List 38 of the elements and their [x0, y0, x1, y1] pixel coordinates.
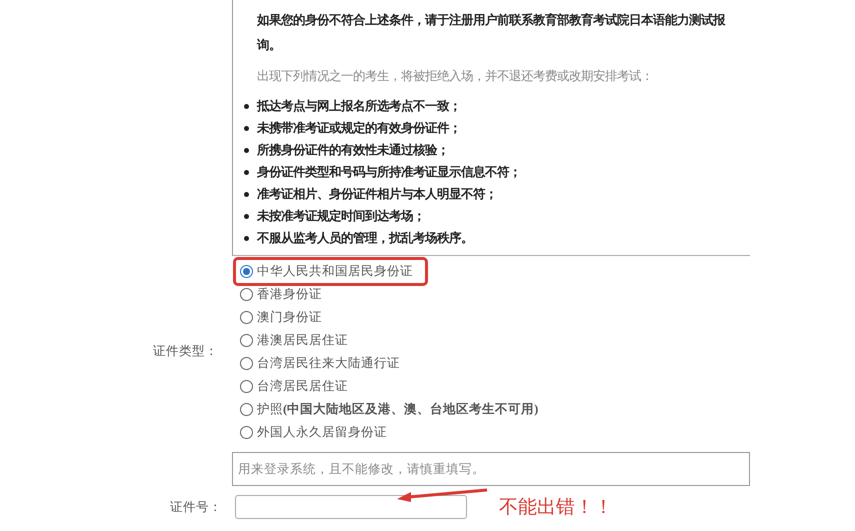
- rule-text: 未按准考证规定时间到达考场；: [257, 208, 425, 225]
- radio-option[interactable]: 台湾居民往来大陆通行证: [236, 352, 404, 375]
- bullet-icon: [244, 170, 249, 174]
- field-label: 证件类型：: [153, 342, 218, 360]
- radio-button[interactable]: [240, 380, 253, 393]
- rule-text: 准考证相片、身份证件相片与本人明显不符；: [257, 186, 497, 203]
- radio-button[interactable]: [240, 265, 253, 278]
- field-label: 证件号：: [170, 498, 222, 516]
- annotation-text: 不能出错！！: [499, 495, 613, 520]
- bullet-icon: [244, 214, 249, 218]
- notice-text: 出现下列情况之一的考生，将被拒绝入场，并不退还考费或改期安排考试：: [257, 68, 654, 85]
- radio-button[interactable]: [240, 288, 253, 301]
- radio-option[interactable]: 护照(中国大陆地区及港、澳、台地区考生不可用): [236, 398, 542, 421]
- radio-option[interactable]: 澳门身份证: [236, 306, 326, 329]
- id-number-field[interactable]: [235, 495, 467, 519]
- rule-text: 不服从监考人员的管理，扰乱考场秩序。: [257, 230, 473, 247]
- bullet-icon: [244, 148, 249, 152]
- radio-button[interactable]: [240, 311, 253, 324]
- radio-option[interactable]: 外国人永久居留身份证: [236, 421, 391, 444]
- rule-text: 未携带准考证或规定的有效身份证件；: [257, 120, 461, 137]
- notice-text: 询。: [257, 37, 282, 54]
- notice-text: 如果您的身份不符合上述条件，请于注册用户前联系教育部教育考试院日本语能力测试报: [257, 12, 726, 29]
- radio-option[interactable]: 台湾居民居住证: [236, 375, 352, 398]
- radio-button[interactable]: [240, 403, 253, 416]
- highlighted-option[interactable]: 中华人民共和国居民身份证: [236, 260, 425, 283]
- radio-button[interactable]: [240, 334, 253, 347]
- hint-box: 用来登录系统，且不能修改，请慎重填写。: [232, 452, 750, 486]
- bullet-icon: [244, 236, 249, 240]
- radio-option[interactable]: 香港身份证: [236, 283, 326, 306]
- radio-button[interactable]: [240, 426, 253, 439]
- rule-text: 身份证件类型和号码与所持准考证显示信息不符；: [257, 164, 521, 181]
- bullet-icon: [244, 126, 249, 130]
- rule-text: 抵达考点与网上报名所选考点不一致；: [257, 98, 461, 115]
- radio-button[interactable]: [240, 357, 253, 370]
- rule-text: 所携身份证件的有效性未通过核验；: [257, 142, 449, 159]
- bullet-icon: [244, 104, 249, 108]
- bullet-icon: [244, 192, 249, 196]
- radio-option[interactable]: 港澳居民居住证: [236, 329, 352, 352]
